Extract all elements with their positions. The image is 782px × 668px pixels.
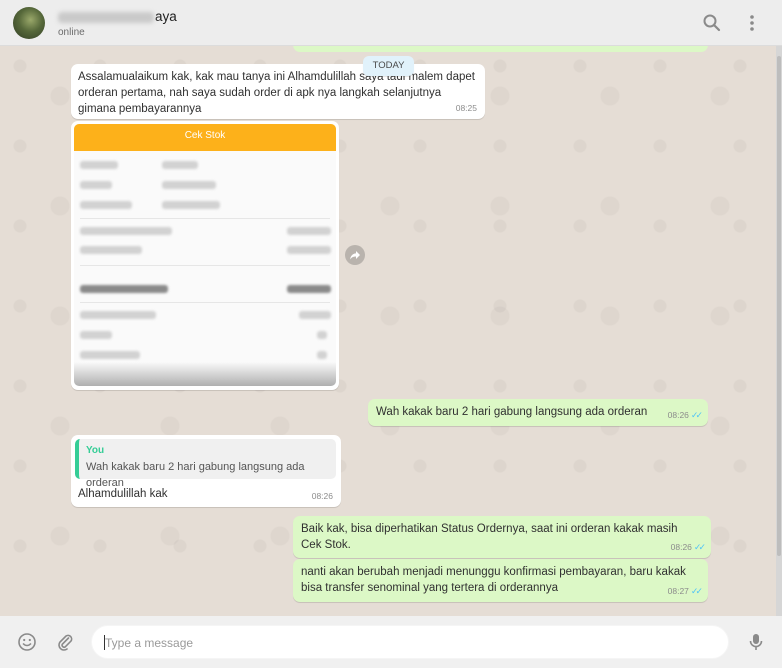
blurred-text bbox=[287, 246, 331, 254]
menu-dots-icon[interactable] bbox=[742, 13, 762, 33]
blurred-text bbox=[80, 351, 140, 359]
blurred-text bbox=[162, 161, 198, 169]
blurred-text bbox=[80, 201, 132, 209]
emoji-icon[interactable] bbox=[17, 632, 37, 652]
forward-icon[interactable] bbox=[345, 245, 365, 265]
message-time: 08:26 bbox=[311, 491, 333, 501]
blurred-text bbox=[80, 285, 168, 293]
message-text: Baik kak, bisa diperhatikan Status Order… bbox=[301, 523, 678, 551]
blurred-text bbox=[80, 331, 112, 339]
image-title: Cek Stok bbox=[74, 124, 336, 151]
contact-name[interactable]: aya bbox=[58, 9, 177, 24]
quote-author: You bbox=[86, 445, 105, 456]
message-incoming[interactable]: Assalamualaikum kak, kak mau tanya ini A… bbox=[71, 64, 485, 119]
chat-area[interactable]: Assalamualaikum kak, kak mau tanya ini A… bbox=[0, 46, 776, 616]
double-check-icon: ✓✓ bbox=[690, 586, 703, 596]
message-time: 08:26 ✓✓ bbox=[667, 410, 703, 420]
divider bbox=[80, 218, 330, 219]
blurred-text bbox=[287, 227, 331, 235]
blurred-text bbox=[162, 181, 216, 189]
message-outgoing[interactable]: Baik kak, bisa diperhatikan Status Order… bbox=[293, 516, 711, 558]
image-shade bbox=[74, 362, 336, 386]
previous-message-bubble bbox=[293, 46, 708, 52]
blurred-text bbox=[299, 311, 331, 319]
message-time: 08:27 ✓✓ bbox=[667, 586, 703, 596]
contact-avatar[interactable] bbox=[13, 7, 45, 39]
blurred-text bbox=[80, 181, 112, 189]
message-time: 08:26 ✓✓ bbox=[670, 542, 706, 552]
message-text: Wah kakak baru 2 hari gabung langsung ad… bbox=[376, 406, 648, 418]
contact-status: online bbox=[58, 27, 85, 38]
blurred-text bbox=[287, 285, 331, 293]
message-text: Assalamualaikum kak, kak mau tanya ini A… bbox=[78, 71, 475, 115]
message-time: 08:25 bbox=[455, 103, 477, 113]
blurred-text bbox=[80, 161, 118, 169]
blurred-text bbox=[80, 227, 172, 235]
divider bbox=[80, 265, 330, 266]
order-screenshot[interactable]: Cek Stok bbox=[74, 124, 336, 386]
divider bbox=[80, 302, 330, 303]
message-text: Alhamdulillah kak bbox=[78, 488, 168, 500]
message-incoming-reply[interactable]: You Wah kakak baru 2 hari gabung langsun… bbox=[71, 435, 341, 507]
double-check-icon: ✓✓ bbox=[690, 410, 703, 420]
blurred-text bbox=[162, 201, 220, 209]
chat-scrollbar[interactable] bbox=[776, 46, 782, 616]
message-image[interactable]: Cek Stok bbox=[71, 121, 339, 390]
message-input[interactable]: Type a message bbox=[91, 625, 729, 659]
attach-icon[interactable] bbox=[55, 632, 75, 652]
message-outgoing[interactable]: Wah kakak baru 2 hari gabung langsung ad… bbox=[368, 399, 708, 426]
search-icon[interactable] bbox=[702, 13, 722, 33]
chat-header: aya online bbox=[0, 0, 782, 46]
blurred-text bbox=[80, 311, 156, 319]
message-outgoing[interactable]: nanti akan berubah menjadi menunggu konf… bbox=[293, 559, 708, 602]
blurred-name bbox=[58, 11, 154, 23]
blurred-text bbox=[317, 351, 327, 359]
quoted-message[interactable]: You Wah kakak baru 2 hari gabung langsun… bbox=[75, 439, 336, 489]
double-check-icon: ✓✓ bbox=[693, 542, 706, 552]
message-input-placeholder: Type a message bbox=[105, 636, 194, 650]
date-chip: TODAY bbox=[363, 56, 414, 76]
contact-name-text: aya bbox=[155, 9, 177, 24]
message-text: nanti akan berubah menjadi menunggu konf… bbox=[301, 566, 686, 594]
blurred-text bbox=[80, 246, 142, 254]
composer-bar: Type a message bbox=[0, 616, 782, 668]
scrollbar-thumb[interactable] bbox=[777, 56, 781, 556]
mic-icon[interactable] bbox=[746, 632, 766, 652]
blurred-text bbox=[317, 331, 327, 339]
